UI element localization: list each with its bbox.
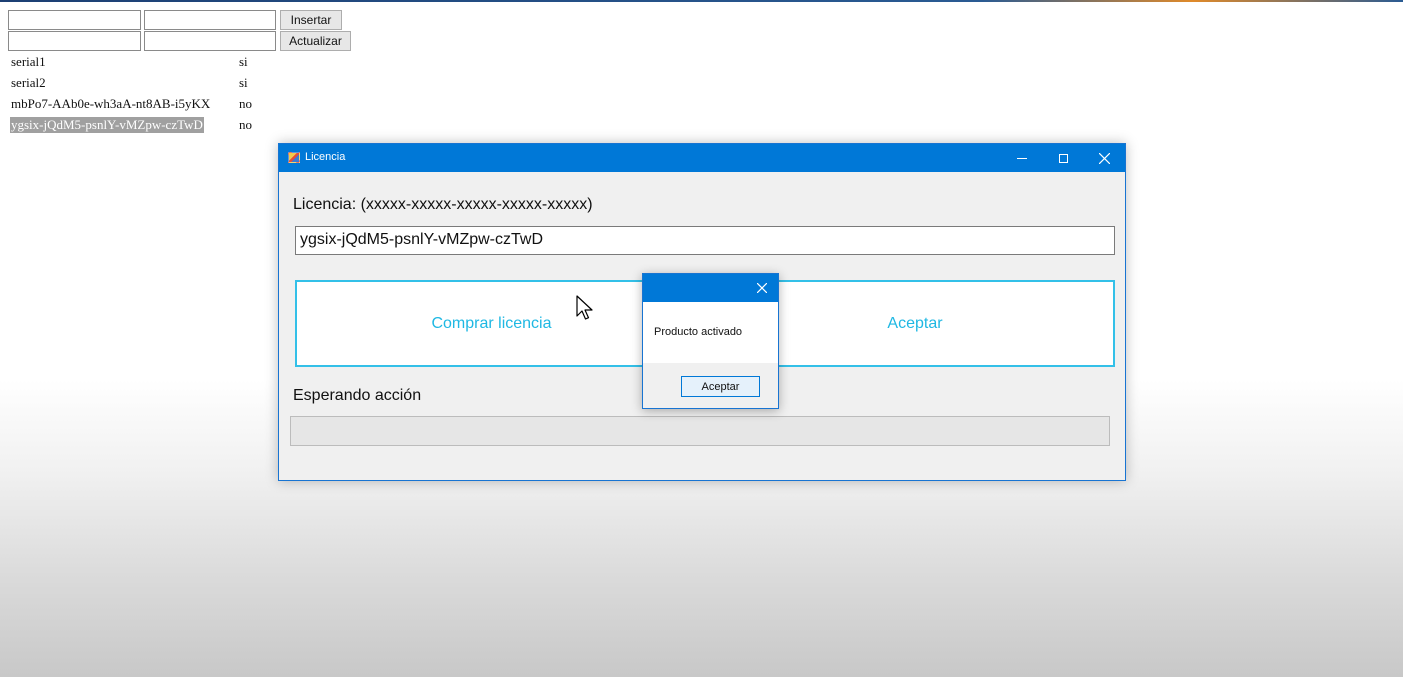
maximize-icon bbox=[1058, 153, 1068, 163]
top-border bbox=[0, 0, 1403, 2]
table-row[interactable]: serial1 si bbox=[8, 52, 268, 73]
status-label: Esperando acción bbox=[293, 387, 422, 404]
app-icon bbox=[288, 152, 300, 163]
table-row-selected[interactable]: ygsix-jQdM5-psnlY-vMZpw-czTwD no bbox=[8, 115, 268, 136]
license-label: Licencia: (xxxxx-xxxxx-xxxxx-xxxxx-xxxxx… bbox=[293, 196, 593, 213]
active-cell: si bbox=[239, 75, 248, 90]
close-button[interactable] bbox=[1083, 144, 1125, 172]
serial-cell: serial1 bbox=[11, 54, 46, 69]
serial-input[interactable] bbox=[8, 10, 141, 30]
update-serial-input[interactable] bbox=[8, 31, 141, 51]
active-cell: no bbox=[239, 96, 252, 111]
active-cell: si bbox=[239, 54, 248, 69]
dialog-message: Producto activado bbox=[654, 326, 743, 338]
window-title: Licencia bbox=[305, 151, 346, 163]
maximize-button[interactable] bbox=[1042, 144, 1084, 172]
dialog-body: Producto activado bbox=[643, 302, 778, 363]
close-icon bbox=[757, 283, 767, 293]
serial-cell: ygsix-jQdM5-psnlY-vMZpw-czTwD bbox=[10, 117, 204, 133]
active-input[interactable] bbox=[144, 10, 276, 30]
serial-cell: mbPo7-AAb0e-wh3aA-nt8AB-i5yKX bbox=[11, 96, 211, 111]
table-row[interactable]: serial2 si bbox=[8, 73, 268, 94]
dialog-close-button[interactable] bbox=[746, 274, 778, 302]
buy-license-button[interactable]: Comprar licencia bbox=[297, 282, 687, 365]
window-titlebar[interactable]: Licencia bbox=[279, 144, 1125, 172]
update-active-input[interactable] bbox=[144, 31, 276, 51]
table-row[interactable]: mbPo7-AAb0e-wh3aA-nt8AB-i5yKX no bbox=[8, 94, 268, 115]
message-dialog: Producto activado Aceptar bbox=[642, 273, 779, 409]
active-cell: no bbox=[239, 117, 252, 132]
license-input[interactable]: ygsix-jQdM5-psnlY-vMZpw-czTwD bbox=[295, 226, 1115, 255]
mouse-cursor-icon bbox=[576, 295, 593, 320]
close-icon bbox=[1098, 152, 1110, 164]
update-button[interactable]: Actualizar bbox=[280, 31, 351, 51]
dialog-ok-button[interactable]: Aceptar bbox=[681, 376, 760, 397]
serials-table: serial1 si serial2 si mbPo7-AAb0e-wh3aA-… bbox=[8, 52, 268, 136]
progress-bar bbox=[290, 416, 1110, 446]
insert-button[interactable]: Insertar bbox=[280, 10, 342, 30]
minimize-button[interactable] bbox=[1001, 144, 1043, 172]
serial-cell: serial2 bbox=[11, 75, 46, 90]
dialog-titlebar[interactable] bbox=[643, 274, 778, 302]
minimize-icon bbox=[1017, 157, 1027, 159]
